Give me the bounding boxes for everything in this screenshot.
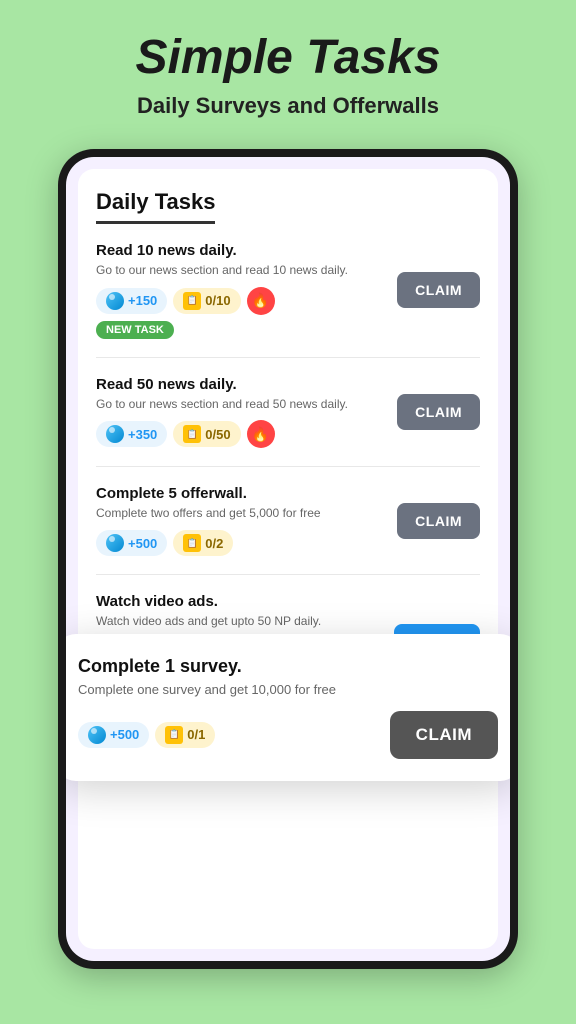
task-title-2: Read 50 news daily. [96, 376, 387, 393]
floating-task-desc: Complete one survey and get 10,000 for f… [78, 681, 498, 699]
progress-badge-2: 📋 0/50 [173, 421, 240, 447]
coins-value-1: +150 [128, 293, 157, 308]
task-badges-1: +150 📋 0/10 🔥 [96, 287, 387, 315]
floating-survey-card: Complete 1 survey. Complete one survey a… [66, 634, 510, 781]
task-info-1: Read 10 news daily. Go to our news secti… [96, 242, 387, 339]
phone-screen: Daily Tasks Read 10 news daily. Go to ou… [66, 157, 510, 961]
task-row-3: Complete 5 offerwall. Complete two offer… [96, 485, 480, 556]
task-title-4: Watch video ads. [96, 593, 384, 610]
task-item-read-10: Read 10 news daily. Go to our news secti… [96, 242, 480, 358]
main-title: Simple Tasks [135, 32, 440, 85]
floating-task-title: Complete 1 survey. [78, 656, 498, 677]
floating-coin-icon [88, 726, 106, 744]
header-section: Simple Tasks Daily Surveys and Offerwall… [115, 0, 460, 139]
progress-value-2: 0/50 [205, 427, 230, 442]
phone-container: Daily Tasks Read 10 news daily. Go to ou… [58, 149, 518, 1024]
progress-value-3: 0/2 [205, 536, 223, 551]
task-item-offerwall: Complete 5 offerwall. Complete two offer… [96, 485, 480, 575]
floating-doc-icon: 📋 [165, 726, 183, 744]
task-desc-1: Go to our news section and read 10 news … [96, 262, 387, 279]
task-item-read-50: Read 50 news daily. Go to our news secti… [96, 376, 480, 468]
claim-button-3[interactable]: CLAIM [397, 503, 480, 539]
task-desc-3: Complete two offers and get 5,000 for fr… [96, 505, 387, 522]
fire-badge-1: 🔥 [247, 287, 275, 315]
claim-button-2[interactable]: CLAIM [397, 394, 480, 430]
screen-content: Daily Tasks Read 10 news daily. Go to ou… [78, 169, 498, 949]
progress-value-1: 0/10 [205, 293, 230, 308]
floating-claim-button[interactable]: CLAIM [390, 711, 498, 759]
floating-coins-value: +500 [110, 727, 139, 742]
floating-progress-value: 0/1 [187, 727, 205, 742]
task-badges-2: +350 📋 0/50 🔥 [96, 420, 387, 448]
floating-progress-badge: 📋 0/1 [155, 722, 215, 748]
floating-coins-badge: +500 [78, 722, 149, 748]
doc-icon-1: 📋 [183, 292, 201, 310]
coins-value-3: +500 [128, 536, 157, 551]
progress-badge-3: 📋 0/2 [173, 530, 233, 556]
coins-badge-2: +350 [96, 421, 167, 447]
task-info-2: Read 50 news daily. Go to our news secti… [96, 376, 387, 449]
doc-icon-3: 📋 [183, 534, 201, 552]
task-desc-2: Go to our news section and read 50 news … [96, 396, 387, 413]
floating-badges: +500 📋 0/1 [78, 722, 215, 748]
coin-icon-1 [106, 292, 124, 310]
coin-icon-2 [106, 425, 124, 443]
task-info-3: Complete 5 offerwall. Complete two offer… [96, 485, 387, 556]
claim-button-1[interactable]: CLAIM [397, 272, 480, 308]
task-badges-3: +500 📋 0/2 [96, 530, 387, 556]
coin-icon-3 [106, 534, 124, 552]
task-title-1: Read 10 news daily. [96, 242, 387, 259]
task-row-2: Read 50 news daily. Go to our news secti… [96, 376, 480, 449]
new-task-badge-1: NEW TASK [96, 321, 174, 339]
coins-badge-3: +500 [96, 530, 167, 556]
subtitle: Daily Surveys and Offerwalls [135, 93, 440, 119]
doc-icon-2: 📋 [183, 425, 201, 443]
progress-badge-1: 📋 0/10 [173, 288, 240, 314]
floating-card-inner: +500 📋 0/1 CLAIM [78, 711, 498, 759]
coins-value-2: +350 [128, 427, 157, 442]
daily-tasks-title: Daily Tasks [96, 189, 215, 224]
task-row-1: Read 10 news daily. Go to our news secti… [96, 242, 480, 339]
task-title-3: Complete 5 offerwall. [96, 485, 387, 502]
coins-badge-1: +150 [96, 288, 167, 314]
fire-badge-2: 🔥 [247, 420, 275, 448]
task-desc-4: Watch video ads and get upto 50 NP daily… [96, 613, 384, 630]
phone-frame: Daily Tasks Read 10 news daily. Go to ou… [58, 149, 518, 969]
